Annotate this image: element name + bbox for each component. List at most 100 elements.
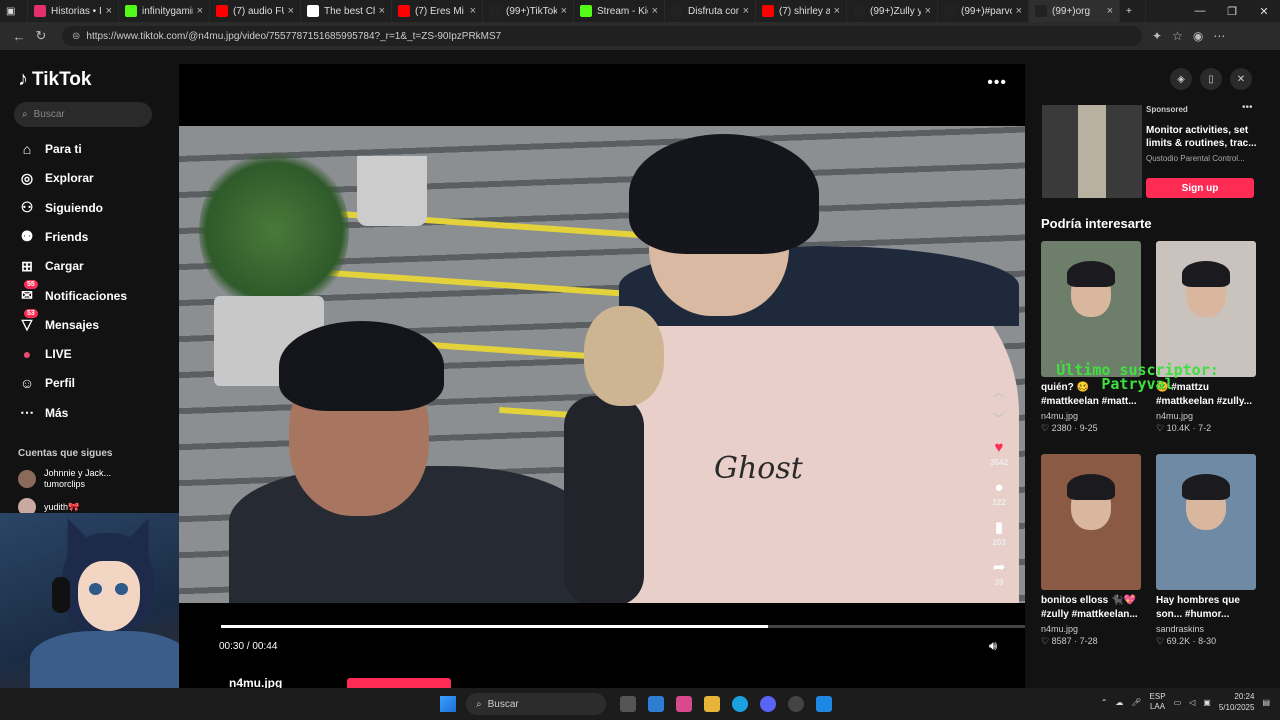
tab-close-icon[interactable]: × — [470, 5, 476, 17]
tab-close-icon[interactable]: × — [1016, 5, 1022, 17]
video-author[interactable]: n4mu.jpg — [1041, 624, 1141, 634]
edge-icon[interactable] — [732, 696, 748, 712]
sidebar-item-mensajes[interactable]: ▽ 53 Mensajes — [18, 308, 99, 334]
sidebar-item-explorar[interactable]: ◎ Explorar — [18, 169, 94, 187]
browser-tab[interactable]: (7) audio FUEG × — [210, 0, 301, 22]
close-icon[interactable]: ✕ — [1248, 0, 1280, 22]
follow-button[interactable] — [347, 678, 451, 688]
windows-start-icon[interactable] — [440, 696, 456, 712]
browser-tab[interactable]: The best Chat × — [301, 0, 392, 22]
browser-tab[interactable]: (99+)Zully y M × — [847, 0, 938, 22]
notifications-icon[interactable]: ▤ — [1262, 698, 1270, 707]
network-icon[interactable]: ▭ — [1174, 698, 1182, 707]
site-info-icon[interactable]: ⊜ — [72, 31, 80, 42]
tab-close-icon[interactable]: × — [106, 5, 112, 17]
tab-close-icon[interactable]: × — [379, 5, 385, 17]
sidebar-item-perfil[interactable]: ☺ Perfil — [18, 374, 75, 392]
tab-close-icon[interactable]: × — [652, 5, 658, 17]
video-thumbnail[interactable] — [1156, 241, 1256, 377]
tab-close-icon[interactable]: × — [561, 5, 567, 17]
browser-tab[interactable]: (7) Eres Mi Bie × — [392, 0, 483, 22]
comment-button[interactable]: ● 122 — [992, 476, 1005, 512]
video-thumbnail[interactable] — [1041, 241, 1141, 377]
video-author[interactable]: n4mu.jpg — [229, 676, 282, 688]
reload-icon[interactable]: ↻ — [30, 28, 52, 44]
tab-close-icon[interactable]: × — [925, 5, 931, 17]
back-icon[interactable]: ← — [8, 29, 30, 44]
sidebar-item-siguiendo[interactable]: ⚇ Siguiendo — [18, 199, 103, 217]
sidebar-item-live[interactable]: ● LIVE — [18, 345, 72, 363]
video-player[interactable]: ••• Ghost ︿ ﹀ ♥ 3542 ● 122 ▮ 203 ➦ 39 00… — [179, 64, 1025, 688]
browser-tab[interactable]: (99+)TikTok - × — [483, 0, 574, 22]
taskbar-search[interactable]: ⌕ Buscar — [466, 693, 606, 715]
related-video-card[interactable]: Hay hombres que son... #humor... sandrask… — [1156, 454, 1256, 647]
tab-close-icon[interactable]: × — [1107, 5, 1113, 17]
sidebar-item-m-s[interactable]: ⋯ Más — [18, 404, 68, 422]
video-progress-bar[interactable] — [221, 625, 1025, 628]
video-thumbnail[interactable] — [1156, 454, 1256, 590]
sidebar-item-notificaciones[interactable]: ✉ 55 Notificaciones — [18, 279, 127, 305]
app-icon[interactable] — [816, 696, 832, 712]
tiktok-logo[interactable]: ♪ TikTok — [18, 68, 91, 91]
video-frame[interactable]: Ghost — [179, 126, 1025, 603]
browser-tab[interactable]: Disfruta con 2 × — [665, 0, 756, 22]
maximize-icon[interactable]: ❐ — [1216, 0, 1248, 22]
browser-tab[interactable]: (99+)org × — [1029, 0, 1120, 22]
sidebar-item-para-ti[interactable]: ⌂ Para ti — [18, 140, 82, 158]
browser-tab[interactable]: infinitygaming × — [119, 0, 210, 22]
favorites-icon[interactable]: ☆ — [1172, 29, 1183, 43]
volume-icon[interactable]: ◁ — [1189, 698, 1195, 707]
settings-icon[interactable] — [788, 696, 804, 712]
profile-avatar-icon[interactable]: ◉ — [1193, 29, 1203, 43]
new-tab-icon[interactable]: + — [1120, 0, 1146, 22]
device-icon[interactable]: ▯ — [1200, 68, 1222, 90]
related-video-card[interactable]: 🥴 #mattzu #mattkeelan #zully... n4mu.jpg ♡… — [1156, 241, 1256, 434]
browser-menu-icon[interactable]: ⋯ — [1213, 29, 1225, 43]
clock[interactable]: 20:24 5/10/2025 — [1219, 691, 1255, 713]
tab-close-icon[interactable]: × — [743, 5, 749, 17]
related-video-card[interactable]: quién? 🥴 #mattkeelan #matt... n4mu.jpg ♡ 2… — [1041, 241, 1141, 434]
video-author[interactable]: sandraskins — [1156, 624, 1256, 634]
chevron-up-icon[interactable]: ︿ — [993, 384, 1004, 400]
like-button[interactable]: ♥ 3542 — [990, 436, 1008, 472]
video-author[interactable]: n4mu.jpg — [1156, 411, 1256, 421]
browser-tab[interactable]: Stream - Kick × — [574, 0, 665, 22]
extensions-icon[interactable]: ✦ — [1152, 29, 1162, 43]
tab-close-icon[interactable]: × — [834, 5, 840, 17]
chevron-up-icon[interactable]: ⌃ — [1101, 698, 1108, 707]
browser-tab[interactable]: (99+)#parvo × — [938, 0, 1029, 22]
sidebar-item-cargar[interactable]: ⊞ Cargar — [18, 257, 84, 275]
ad-title[interactable]: Monitor activities, set limits & routine… — [1146, 124, 1258, 150]
share-button[interactable]: ➦ 39 — [993, 556, 1006, 592]
mic-icon[interactable]: 🎤︎ — [1131, 698, 1141, 707]
store-icon[interactable] — [648, 696, 664, 712]
video-thumbnail[interactable] — [1041, 454, 1141, 590]
following-item[interactable]: Johnnie y Jack... tumorclips — [18, 468, 111, 490]
chevron-down-icon[interactable]: ﹀ — [993, 410, 1004, 426]
volume-icon[interactable]: 🔊︎ — [989, 638, 997, 654]
search-input[interactable]: ⌕ Buscar — [14, 102, 152, 127]
tab-actions-icon[interactable]: ▣ — [0, 0, 28, 22]
task-view-icon[interactable] — [620, 696, 636, 712]
discord-icon[interactable] — [760, 696, 776, 712]
language-indicator[interactable]: ESP LAA — [1150, 692, 1166, 712]
sidebar-item-friends[interactable]: ⚉ Friends — [18, 228, 89, 246]
tab-close-icon[interactable]: × — [197, 5, 203, 17]
minimize-icon[interactable]: — — [1184, 0, 1216, 22]
battery-icon[interactable]: ▣ — [1203, 698, 1211, 707]
ad-signup-button[interactable]: Sign up — [1146, 178, 1254, 198]
more-options-icon[interactable]: ••• — [987, 74, 1007, 92]
file-explorer-icon[interactable] — [704, 696, 720, 712]
copilot-icon[interactable] — [676, 696, 692, 712]
profile-icon[interactable]: ✕ — [1230, 68, 1252, 90]
save-button[interactable]: ▮ 203 — [992, 516, 1005, 552]
onedrive-icon[interactable]: ☁ — [1115, 698, 1123, 707]
url-field[interactable]: ⊜ https://www.tiktok.com/@n4mu.jpg/video… — [62, 26, 1142, 46]
browser-tab[interactable]: (7) shirley aric × — [756, 0, 847, 22]
video-author[interactable]: n4mu.jpg — [1041, 411, 1141, 421]
coins-icon[interactable]: ◈ — [1170, 68, 1192, 90]
related-video-card[interactable]: bonitos elloss 🐈‍⬛💖 #zully #mattkeelan..… — [1041, 454, 1141, 647]
ad-thumbnail[interactable] — [1042, 105, 1142, 198]
ad-more-icon[interactable]: ••• — [1242, 102, 1253, 113]
browser-tab[interactable]: Historias • Insta × — [28, 0, 119, 22]
